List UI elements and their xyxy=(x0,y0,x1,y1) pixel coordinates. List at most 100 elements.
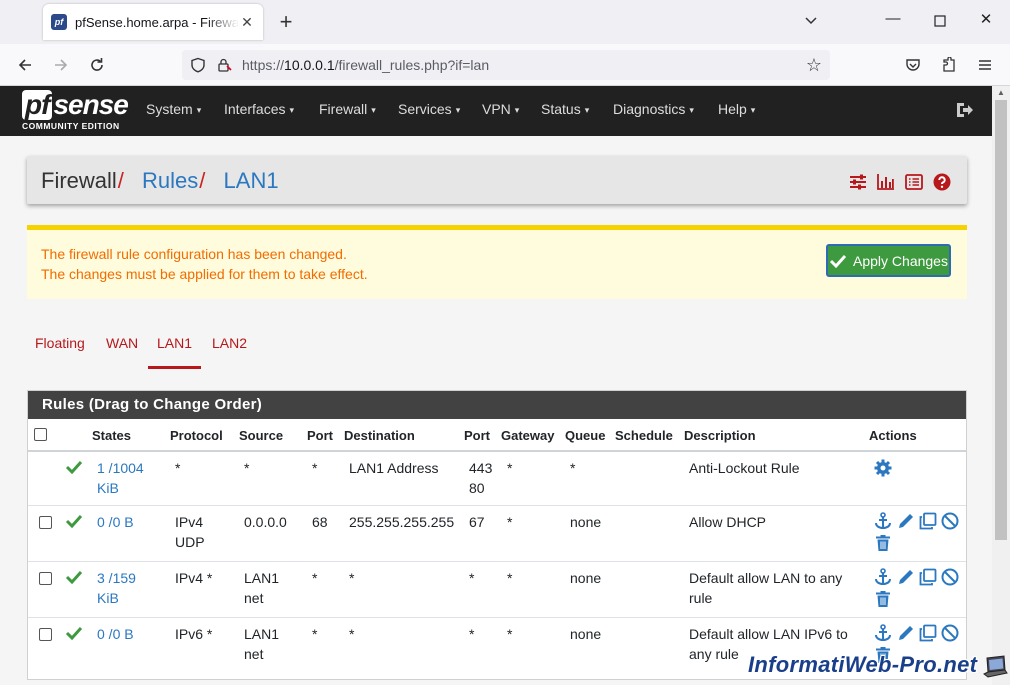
list-icon[interactable] xyxy=(905,173,923,191)
bar-chart-icon[interactable] xyxy=(877,173,895,191)
copy-icon[interactable] xyxy=(919,568,937,586)
dest-port-cell: 443 80 xyxy=(469,460,493,496)
row-divider xyxy=(28,505,966,506)
source-cell: * xyxy=(244,460,250,476)
check-icon xyxy=(65,460,83,474)
dest-port-cell: 67 xyxy=(469,514,485,530)
url-path: /firewall_rules.php?if=lan xyxy=(334,57,490,73)
col-port: Port xyxy=(307,428,333,443)
col-gateway: Gateway xyxy=(501,428,555,443)
pfsense-logo[interactable]: pf sense COMMUNITY EDITION xyxy=(22,90,132,132)
check-icon xyxy=(829,254,847,268)
trash-icon[interactable] xyxy=(874,534,892,552)
copy-icon[interactable] xyxy=(919,512,937,530)
protocol-cell: IPv6 * xyxy=(175,626,213,642)
states-link[interactable]: 3 /159 KiB xyxy=(97,568,136,608)
disable-icon[interactable] xyxy=(941,568,959,586)
pfsense-navbar: pf sense COMMUNITY EDITION System ▾ Interf… xyxy=(0,86,992,136)
maximize-icon[interactable] xyxy=(930,10,950,34)
col-queue: Queue xyxy=(565,428,606,443)
caret-down-icon: ▾ xyxy=(514,105,520,115)
tab-lan1[interactable]: LAN1 xyxy=(157,335,192,351)
logo-edition: COMMUNITY EDITION xyxy=(22,121,120,131)
breadcrumb-separator: / xyxy=(117,168,124,193)
menu-help[interactable]: Help ▾ xyxy=(718,86,755,136)
reload-icon[interactable] xyxy=(85,53,109,77)
gateway-cell: * xyxy=(507,460,513,476)
new-tab-icon[interactable]: + xyxy=(276,10,296,34)
col-source: Source xyxy=(239,428,284,443)
gateway-cell: * xyxy=(507,626,513,642)
menu-firewall[interactable]: Firewall ▾ xyxy=(319,86,376,136)
tab-lan2[interactable]: LAN2 xyxy=(212,335,247,351)
logo-sense: sense xyxy=(53,89,128,120)
col-schedule: Schedule xyxy=(615,428,673,443)
row-divider xyxy=(28,561,966,562)
edit-pencil-icon[interactable] xyxy=(897,568,915,586)
breadcrumb-lan1[interactable]: LAN1 xyxy=(224,168,279,193)
menu-diagnostics[interactable]: Diagnostics ▾ xyxy=(613,86,694,136)
pocket-icon[interactable] xyxy=(901,53,925,77)
menu-system[interactable]: System ▾ xyxy=(146,86,201,136)
pfsense-favicon-icon: pf xyxy=(51,14,67,30)
disable-icon[interactable] xyxy=(941,624,959,642)
protocol-cell: IPv4 * xyxy=(175,570,213,586)
trash-icon[interactable] xyxy=(874,590,892,608)
edit-pencil-icon[interactable] xyxy=(897,512,915,530)
forward-icon[interactable] xyxy=(49,53,73,77)
browser-tab[interactable]: pf pfSense.home.arpa - Firewall: Rules: … xyxy=(43,4,263,40)
tab-floating[interactable]: Floating xyxy=(35,335,85,351)
minimize-icon[interactable]: — xyxy=(883,10,903,34)
states-link[interactable]: 1 /1004 KiB xyxy=(97,458,144,498)
row-checkbox[interactable] xyxy=(39,572,52,585)
menu-services[interactable]: Services ▾ xyxy=(398,86,460,136)
anchor-icon[interactable] xyxy=(874,624,892,642)
description-cell: Default allow LAN to any rule xyxy=(689,570,843,606)
breadcrumb-rules[interactable]: Rules xyxy=(142,168,198,193)
rules-heading: Rules (Drag to Change Order) xyxy=(28,391,966,419)
edit-pencil-icon[interactable] xyxy=(897,624,915,642)
row-checkbox[interactable] xyxy=(39,628,52,641)
extensions-icon[interactable] xyxy=(937,53,961,77)
active-tab-indicator xyxy=(148,366,201,369)
anchor-icon[interactable] xyxy=(874,512,892,530)
sliders-icon[interactable] xyxy=(849,173,867,191)
tab-wan[interactable]: WAN xyxy=(106,335,138,351)
lock-icon[interactable] xyxy=(216,57,232,73)
states-link[interactable]: 0 /0 B xyxy=(97,512,134,532)
menu-interfaces[interactable]: Interfaces ▾ xyxy=(224,86,294,136)
close-window-icon[interactable]: ✕ xyxy=(976,10,996,34)
row-checkbox[interactable] xyxy=(39,516,52,529)
back-icon[interactable] xyxy=(13,53,37,77)
caret-down-icon: ▾ xyxy=(371,105,376,115)
menu-status[interactable]: Status ▾ xyxy=(541,86,589,136)
caret-down-icon: ▾ xyxy=(455,105,461,115)
help-icon[interactable] xyxy=(933,173,951,191)
dest-port-cell: * xyxy=(469,626,475,642)
select-all-checkbox[interactable] xyxy=(34,428,47,441)
anchor-icon[interactable] xyxy=(874,568,892,586)
caret-down-icon: ▾ xyxy=(584,105,590,115)
menu-icon[interactable] xyxy=(973,53,997,77)
states-link[interactable]: 0 /0 B xyxy=(97,624,134,644)
dest-port-cell: * xyxy=(469,570,475,586)
scroll-up-icon[interactable]: ▲ xyxy=(992,86,1010,100)
source-cell: 0.0.0.0 xyxy=(244,514,287,530)
shield-icon[interactable] xyxy=(190,57,206,73)
tab-close-icon[interactable]: ✕ xyxy=(239,14,255,31)
port-cell: * xyxy=(312,460,318,476)
disable-icon[interactable] xyxy=(941,512,959,530)
copy-icon[interactable] xyxy=(919,624,937,642)
port-cell: * xyxy=(312,570,318,586)
scrollbar-thumb[interactable] xyxy=(995,100,1007,540)
address-bar[interactable]: https://10.0.0.1/firewall_rules.php?if=l… xyxy=(182,50,830,80)
destination-cell: LAN1 Address xyxy=(349,460,439,476)
destination-cell: * xyxy=(349,626,355,642)
star-icon[interactable]: ☆ xyxy=(806,55,822,76)
check-icon xyxy=(65,570,83,584)
apply-changes-button[interactable]: Apply Changes xyxy=(826,244,951,277)
gear-icon[interactable] xyxy=(874,459,892,477)
list-all-tabs-icon[interactable] xyxy=(803,12,819,28)
logout-icon[interactable] xyxy=(954,100,974,120)
menu-vpn[interactable]: VPN ▾ xyxy=(482,86,519,136)
